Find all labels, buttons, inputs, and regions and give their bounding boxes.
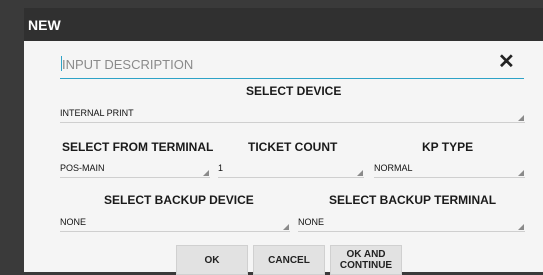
select-device-value: INTERNAL PRINT xyxy=(60,108,134,118)
ticket-count-value: 1 xyxy=(218,163,224,173)
select-backup-terminal-value: NONE xyxy=(298,217,325,227)
dropdown-arrow-icon xyxy=(283,224,289,230)
dropdown-arrow-icon xyxy=(203,170,209,176)
select-backup-terminal-label: SELECT BACKUP TERMINAL xyxy=(329,193,497,207)
new-dialog: NEW ✕ SELECT DEVICE INTERNAL PRINT SELEC… xyxy=(24,8,543,275)
dialog-titlebar: NEW xyxy=(24,8,543,41)
dialog-title: NEW xyxy=(28,17,61,33)
ticket-count-input[interactable]: 1 xyxy=(218,161,364,178)
ticket-count-label: TICKET COUNT xyxy=(248,140,338,154)
cancel-button[interactable]: CANCEL xyxy=(253,245,325,275)
kp-type-dropdown[interactable]: NORMAL xyxy=(374,161,525,178)
ok-and-continue-button[interactable]: OK AND CONTINUE xyxy=(330,245,402,275)
kp-type-label: KP TYPE xyxy=(422,140,474,154)
select-from-terminal-label: SELECT FROM TERMINAL xyxy=(62,140,214,154)
dropdown-arrow-icon xyxy=(357,170,363,176)
select-backup-device-dropdown[interactable]: NONE xyxy=(60,215,290,232)
description-field-wrap[interactable] xyxy=(60,53,524,79)
dropdown-arrow-icon xyxy=(518,115,524,121)
select-backup-device-value: NONE xyxy=(60,217,87,227)
select-from-terminal-value: POS-MAIN xyxy=(60,163,105,173)
select-backup-terminal-dropdown[interactable]: NONE xyxy=(298,215,525,232)
close-icon[interactable]: ✕ xyxy=(498,51,515,73)
description-input[interactable] xyxy=(60,53,482,75)
select-backup-device-label: SELECT BACKUP DEVICE xyxy=(104,193,254,207)
kp-type-value: NORMAL xyxy=(374,163,413,173)
ok-button[interactable]: OK xyxy=(176,245,248,275)
dropdown-arrow-icon xyxy=(518,170,524,176)
dropdown-arrow-icon xyxy=(518,224,524,230)
select-device-label: SELECT DEVICE xyxy=(246,84,342,98)
select-device-dropdown[interactable]: INTERNAL PRINT xyxy=(60,106,525,123)
select-from-terminal-dropdown[interactable]: POS-MAIN xyxy=(60,161,210,178)
